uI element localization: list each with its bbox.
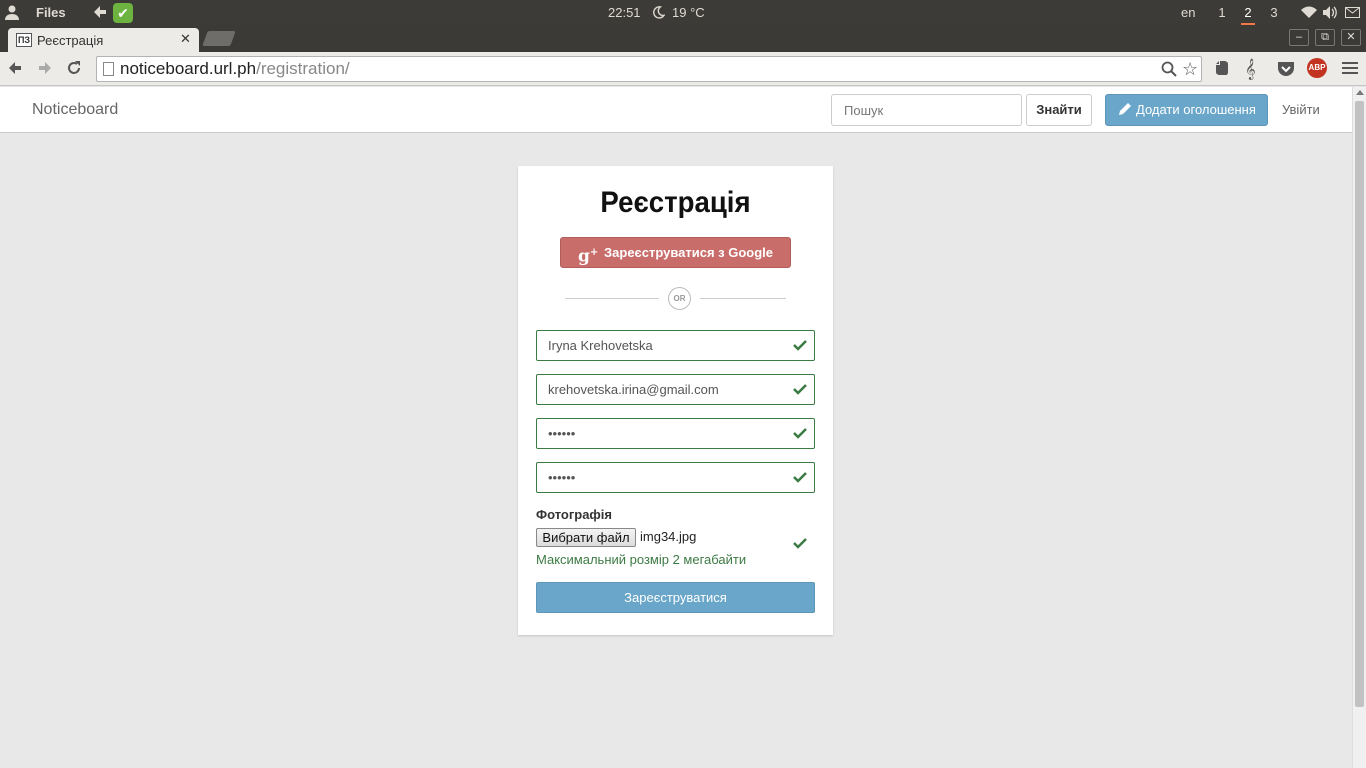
page-scrollbar[interactable] <box>1352 87 1366 768</box>
file-size-hint: Максимальний розмір 2 мегабайти <box>536 552 747 567</box>
address-bar[interactable]: noticeboard.url.ph/registration/ ☆ <box>96 56 1202 82</box>
check-app-icon[interactable]: ✔ <box>113 3 133 23</box>
workspace-2[interactable]: 2 <box>1241 0 1255 25</box>
search-icon[interactable] <box>1161 61 1177 77</box>
music-extension-icon[interactable]: 𝄞 <box>1245 59 1265 79</box>
reload-button[interactable] <box>65 60 83 78</box>
search-button[interactable]: Знайти <box>1026 94 1092 126</box>
google-signup-label: Зареєструватися з Google <box>604 245 774 260</box>
reload-icon <box>68 61 80 74</box>
search-input[interactable] <box>831 94 1022 126</box>
back-button[interactable] <box>6 60 24 78</box>
user-icon[interactable] <box>4 4 20 20</box>
browser-toolbar: noticeboard.url.ph/registration/ ☆ 𝄞 ABP <box>0 52 1366 86</box>
site-brand[interactable]: Noticeboard <box>32 101 118 119</box>
choose-file-button[interactable]: Вибрати файл <box>536 528 636 547</box>
pencil-icon <box>1119 103 1131 115</box>
browser-menu-icon[interactable] <box>1342 61 1358 75</box>
password-confirm-value: •••••• <box>548 470 576 485</box>
password-field[interactable]: •••••• <box>536 418 815 449</box>
back-arrow-icon[interactable] <box>93 5 107 19</box>
email-value: krehovetska.irina@gmail.com <box>548 382 719 397</box>
url-text[interactable]: noticeboard.url.ph/registration/ <box>120 59 350 79</box>
tab-close-icon[interactable]: ✕ <box>180 31 191 47</box>
pocket-icon[interactable] <box>1276 59 1296 79</box>
login-link[interactable]: Увійти <box>1282 102 1320 117</box>
url-host: noticeboard.url.ph <box>120 59 257 78</box>
add-notice-label: Додати оголошення <box>1136 102 1256 117</box>
keyboard-language[interactable]: en <box>1181 0 1195 25</box>
workspace-1[interactable]: 1 <box>1215 0 1229 25</box>
browser-tab-strip: ПЗ Реєстрація ✕ – ⧉ ✕ <box>0 25 1366 52</box>
clock[interactable]: 22:51 <box>608 0 641 25</box>
page-title: Реєстрація <box>600 186 751 219</box>
wifi-icon[interactable] <box>1301 6 1317 19</box>
restore-button[interactable]: ⧉ <box>1315 29 1335 46</box>
or-divider-left <box>565 298 659 299</box>
forward-icon <box>39 62 51 74</box>
google-plus-icon: g+ <box>578 246 599 267</box>
adblock-plus-icon[interactable]: ABP <box>1307 58 1327 78</box>
photo-label: Фотографія <box>536 507 613 522</box>
name-field[interactable]: Iryna Krehovetska <box>536 330 815 361</box>
url-path: /registration/ <box>256 59 350 78</box>
check-icon <box>793 538 807 549</box>
close-window-button[interactable]: ✕ <box>1341 29 1361 46</box>
evernote-icon[interactable] <box>1212 59 1232 79</box>
tab-registration[interactable]: ПЗ Реєстрація ✕ <box>8 28 199 52</box>
selected-file-name: img34.jpg <box>640 529 697 544</box>
workspace-3[interactable]: 3 <box>1267 0 1281 25</box>
check-icon <box>793 340 807 351</box>
forward-button[interactable] <box>36 60 54 78</box>
tab-title: Реєстрація <box>37 33 104 48</box>
bookmark-star-icon[interactable]: ☆ <box>1182 59 1198 79</box>
or-badge: OR <box>668 287 691 310</box>
site-navbar: Noticeboard Знайти Додати оголошення Уві… <box>0 87 1352 133</box>
mail-icon[interactable] <box>1345 6 1360 19</box>
registration-card: Реєстрація g+ Зареєструватися з Google O… <box>518 166 833 635</box>
minimize-button[interactable]: – <box>1289 29 1309 46</box>
google-signup-button[interactable]: g+ Зареєструватися з Google <box>560 237 791 268</box>
files-app-label[interactable]: Files <box>36 0 66 25</box>
password-confirm-field[interactable]: •••••• <box>536 462 815 493</box>
new-tab-button[interactable] <box>202 31 236 46</box>
check-icon <box>793 384 807 395</box>
weather-moon-icon <box>653 6 665 19</box>
name-value: Iryna Krehovetska <box>548 338 653 353</box>
system-top-panel: Files ✔ 22:51 19 °C en 1 2 3 <box>0 0 1366 25</box>
volume-icon[interactable] <box>1323 6 1338 19</box>
temperature[interactable]: 19 °C <box>672 0 705 25</box>
scroll-thumb[interactable] <box>1355 101 1364 707</box>
or-divider-right <box>700 298 786 299</box>
scroll-up-arrow-icon[interactable] <box>1356 90 1364 95</box>
web-page: Noticeboard Знайти Додати оголошення Уві… <box>0 87 1352 768</box>
register-button[interactable]: Зареєструватися <box>536 582 815 613</box>
add-notice-button[interactable]: Додати оголошення <box>1105 94 1268 126</box>
favicon-icon: ПЗ <box>16 33 32 47</box>
check-icon <box>793 472 807 483</box>
password-value: •••••• <box>548 426 576 441</box>
back-icon <box>9 62 21 74</box>
email-field[interactable]: krehovetska.irina@gmail.com <box>536 374 815 405</box>
check-icon <box>793 428 807 439</box>
page-icon <box>103 62 114 76</box>
